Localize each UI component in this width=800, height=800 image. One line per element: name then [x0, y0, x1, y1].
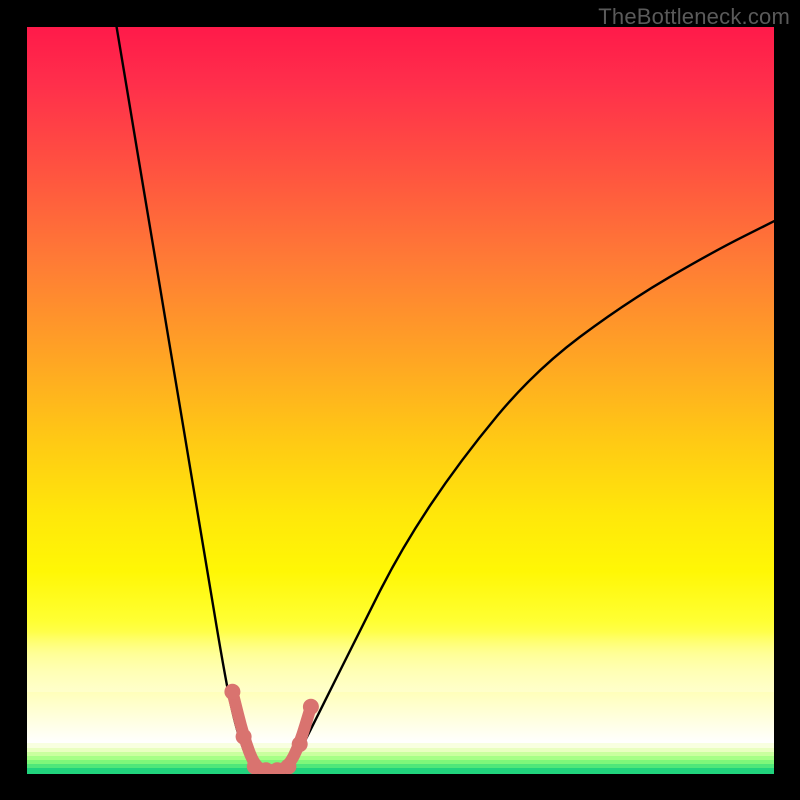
- curve-left-branch: [117, 27, 255, 774]
- curve-right-branch: [288, 221, 774, 774]
- highlight-dot: [236, 729, 252, 745]
- highlight-dot: [224, 684, 240, 700]
- highlight-dot: [303, 699, 319, 715]
- highlight-dot: [280, 759, 296, 775]
- plot-area: [27, 27, 774, 774]
- chart-frame: TheBottleneck.com: [0, 0, 800, 800]
- highlight-dot: [292, 736, 308, 752]
- curve-layer: [27, 27, 774, 774]
- watermark-text: TheBottleneck.com: [598, 4, 790, 30]
